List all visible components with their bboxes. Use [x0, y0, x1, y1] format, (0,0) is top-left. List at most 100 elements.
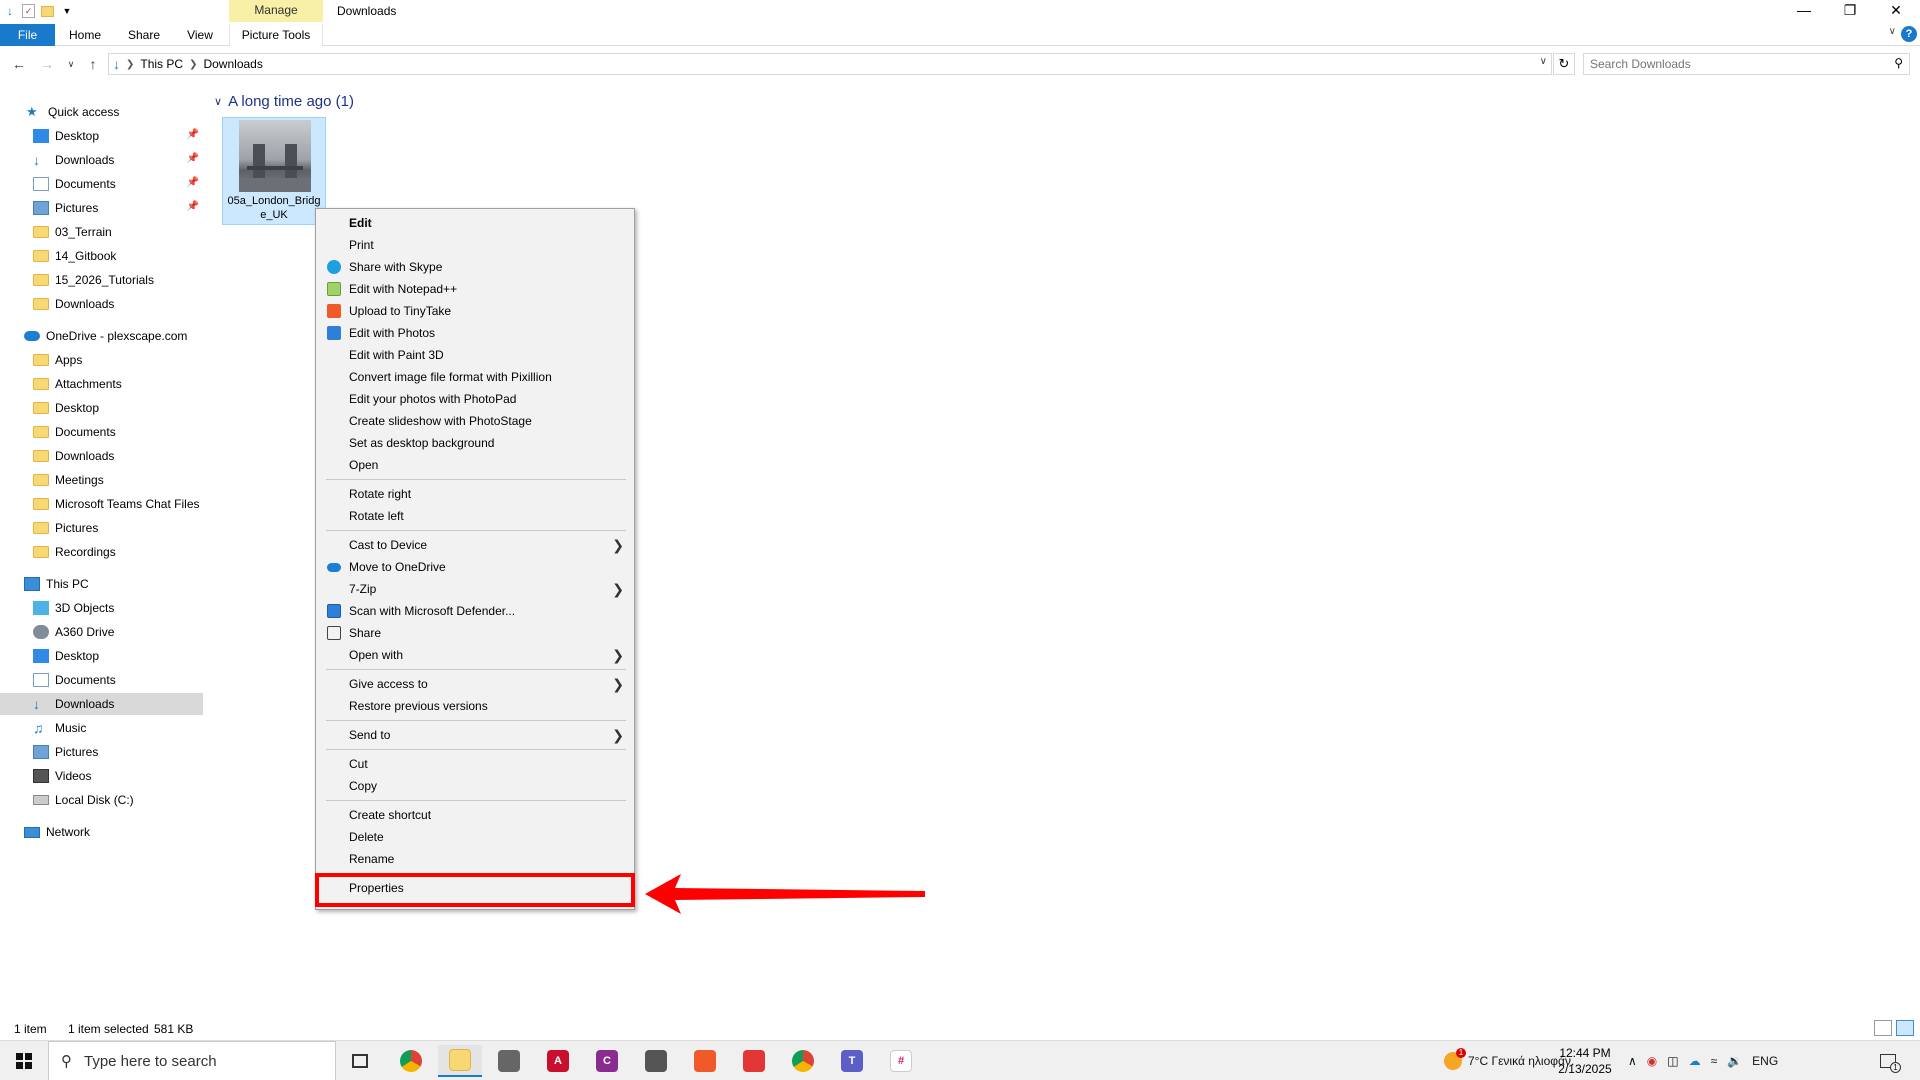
- notification-center-icon[interactable]: 1: [1880, 1041, 1901, 1080]
- autocad-icon[interactable]: A: [536, 1045, 580, 1077]
- onedrive-tray-icon[interactable]: ☁: [1689, 1054, 1701, 1068]
- nav-item-documents[interactable]: Documents 📌: [0, 173, 203, 195]
- pin-icon[interactable]: 📌: [187, 177, 199, 188]
- nav-item-a360-drive[interactable]: A360 Drive: [0, 621, 203, 643]
- nav-item-pc-documents[interactable]: Documents: [0, 669, 203, 691]
- language-indicator[interactable]: ENG: [1752, 1054, 1778, 1068]
- nav-item-03-terrain[interactable]: 03_Terrain: [0, 221, 203, 243]
- nav-item-14-gitbook[interactable]: 14_Gitbook: [0, 245, 203, 267]
- menu-item-restore-versions[interactable]: Restore previous versions: [318, 695, 632, 717]
- nav-network[interactable]: Network: [0, 821, 203, 843]
- menu-item-create-shortcut[interactable]: Create shortcut: [318, 804, 632, 826]
- menu-item-share-skype[interactable]: Share with Skype: [318, 256, 632, 278]
- clock[interactable]: 12:44 PM 2/13/2025: [1555, 1045, 1615, 1077]
- large-icons-view-icon[interactable]: [1896, 1020, 1914, 1036]
- menu-item-rotate-left[interactable]: Rotate left: [318, 505, 632, 527]
- forward-arrow-icon[interactable]: →: [36, 52, 58, 76]
- nav-item-videos[interactable]: Videos: [0, 765, 203, 787]
- pin-icon[interactable]: 📌: [187, 201, 199, 212]
- slack-icon[interactable]: #: [879, 1045, 923, 1077]
- nav-onedrive[interactable]: OneDrive - plexscape.com: [0, 325, 203, 347]
- menu-item-delete[interactable]: Delete: [318, 826, 632, 848]
- menu-item-rename[interactable]: Rename: [318, 848, 632, 870]
- menu-item-edit[interactable]: Edit: [318, 212, 632, 234]
- file-item-selected[interactable]: 05a_London_Bridge_UK: [222, 117, 326, 225]
- address-bar[interactable]: ↓ ❯ This PC ❯ Downloads ∨: [108, 53, 1552, 75]
- menu-item-paint3d[interactable]: Edit with Paint 3D: [318, 344, 632, 366]
- nav-item-pictures[interactable]: Pictures 📌: [0, 197, 203, 219]
- show-hidden-icons-chevron-icon[interactable]: ∧: [1628, 1054, 1637, 1068]
- menu-item-cut[interactable]: Cut: [318, 753, 632, 775]
- menu-item-copy[interactable]: Copy: [318, 775, 632, 797]
- menu-item-cast-to-device[interactable]: Cast to Device ❯: [318, 534, 632, 556]
- restore-button[interactable]: ❐: [1828, 0, 1872, 22]
- nav-item-recordings[interactable]: Recordings: [0, 541, 203, 563]
- tab-picture-tools[interactable]: Picture Tools: [229, 24, 323, 46]
- menu-item-open[interactable]: Open: [318, 454, 632, 476]
- nav-item-3d-objects[interactable]: 3D Objects: [0, 597, 203, 619]
- taskbar-search[interactable]: ⚲ Type here to search: [48, 1041, 336, 1080]
- nav-item-pc-pictures[interactable]: Pictures: [0, 741, 203, 763]
- nav-quick-access[interactable]: ★ Quick access: [0, 101, 203, 123]
- nav-item-pc-downloads[interactable]: ↓ Downloads: [0, 693, 203, 715]
- tray-app-icon[interactable]: ◉: [1647, 1054, 1657, 1068]
- menu-item-7zip[interactable]: 7-Zip ❯: [318, 578, 632, 600]
- task-view-icon[interactable]: [338, 1045, 382, 1077]
- breadcrumb-this-pc[interactable]: This PC: [140, 57, 183, 71]
- calculator-icon[interactable]: [634, 1045, 678, 1077]
- nav-item-music[interactable]: ♫ Music: [0, 717, 203, 739]
- tab-file[interactable]: File: [0, 24, 55, 46]
- menu-item-scan-defender[interactable]: Scan with Microsoft Defender...: [318, 600, 632, 622]
- pin-icon[interactable]: 📌: [187, 153, 199, 164]
- wifi-icon[interactable]: ≈: [1711, 1054, 1718, 1068]
- nav-item-attachments[interactable]: Attachments: [0, 373, 203, 395]
- pin-icon[interactable]: 📌: [187, 129, 199, 140]
- nav-item-15-2026-tutorials[interactable]: 15_2026_Tutorials: [0, 269, 203, 291]
- chrome-profile-icon[interactable]: [781, 1045, 825, 1077]
- ribbon-expand-chevron-icon[interactable]: ∨: [1889, 26, 1896, 37]
- menu-item-desktop-background[interactable]: Set as desktop background: [318, 432, 632, 454]
- tab-manage[interactable]: Manage: [229, 0, 323, 22]
- search-input[interactable]: [1584, 54, 1874, 74]
- menu-item-share[interactable]: Share: [318, 622, 632, 644]
- recent-locations-chevron-icon[interactable]: ∨: [60, 52, 82, 76]
- menu-item-photostage[interactable]: Create slideshow with PhotoStage: [318, 410, 632, 432]
- tab-home[interactable]: Home: [63, 24, 107, 46]
- menu-item-give-access[interactable]: Give access to ❯: [318, 673, 632, 695]
- tab-share[interactable]: Share: [121, 24, 167, 46]
- address-dropdown-icon[interactable]: ∨: [1540, 56, 1547, 67]
- nav-item-od-pictures[interactable]: Pictures: [0, 517, 203, 539]
- nav-this-pc[interactable]: This PC: [0, 573, 203, 595]
- nav-item-desktop[interactable]: Desktop 📌: [0, 125, 203, 147]
- refresh-icon[interactable]: ↻: [1553, 53, 1575, 75]
- up-arrow-icon[interactable]: ↑: [82, 52, 104, 76]
- file-explorer-icon[interactable]: [438, 1045, 482, 1077]
- start-button[interactable]: [0, 1041, 48, 1080]
- nav-item-downloads[interactable]: ↓ Downloads 📌: [0, 149, 203, 171]
- nav-item-downloads-folder[interactable]: Downloads: [0, 293, 203, 315]
- search-icon[interactable]: ⚲: [1894, 56, 1903, 70]
- tab-view[interactable]: View: [180, 24, 220, 46]
- nav-item-teams-chat-files[interactable]: Microsoft Teams Chat Files: [0, 493, 203, 515]
- minimize-button[interactable]: —: [1782, 0, 1826, 22]
- app-red-icon[interactable]: [732, 1045, 776, 1077]
- menu-item-print[interactable]: Print: [318, 234, 632, 256]
- customize-toolbar-icon[interactable]: ▼: [59, 3, 75, 19]
- help-icon[interactable]: ?: [1901, 26, 1917, 42]
- collapse-chevron-icon[interactable]: ∨: [214, 95, 222, 108]
- volume-icon[interactable]: 🔉: [1727, 1054, 1742, 1068]
- group-header[interactable]: ∨ A long time ago (1): [214, 93, 354, 110]
- properties-icon[interactable]: ✓: [22, 4, 35, 18]
- menu-item-photopad[interactable]: Edit your photos with PhotoPad: [318, 388, 632, 410]
- nav-item-meetings[interactable]: Meetings: [0, 469, 203, 491]
- breadcrumb-downloads[interactable]: Downloads: [203, 57, 262, 71]
- menu-item-notepadpp[interactable]: Edit with Notepad++: [318, 278, 632, 300]
- nav-item-od-downloads[interactable]: Downloads: [0, 445, 203, 467]
- teams-icon[interactable]: T: [830, 1045, 874, 1077]
- nav-item-od-desktop[interactable]: Desktop: [0, 397, 203, 419]
- menu-item-open-with[interactable]: Open with ❯: [318, 644, 632, 666]
- app-c-icon[interactable]: C: [585, 1045, 629, 1077]
- menu-item-rotate-right[interactable]: Rotate right: [318, 483, 632, 505]
- chrome-icon[interactable]: [389, 1045, 433, 1077]
- menu-item-send-to[interactable]: Send to ❯: [318, 724, 632, 746]
